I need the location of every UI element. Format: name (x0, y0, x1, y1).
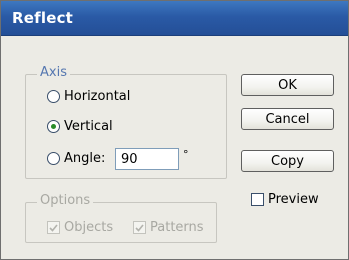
patterns-label: Patterns (150, 220, 204, 235)
radio-vertical[interactable]: Vertical (47, 119, 113, 134)
radio-button-horizontal[interactable] (47, 90, 60, 103)
options-legend: Options (37, 193, 94, 208)
objects-label: Objects (64, 220, 114, 235)
dialog-title: Reflect (12, 9, 74, 27)
patterns-checkbox[interactable] (133, 221, 146, 234)
angle-input[interactable] (115, 148, 179, 170)
radio-button-vertical[interactable] (47, 120, 60, 133)
title-bar[interactable]: Reflect (1, 1, 348, 36)
check-icon (135, 224, 144, 232)
objects-checkbox[interactable] (47, 221, 60, 234)
preview-checkbox[interactable] (251, 193, 264, 206)
preview-option[interactable]: Preview (251, 192, 319, 207)
radio-angle[interactable]: Angle: (47, 151, 105, 166)
preview-label: Preview (268, 192, 319, 207)
vertical-label: Vertical (64, 119, 113, 134)
radio-button-angle[interactable] (47, 152, 60, 165)
radio-horizontal[interactable]: Horizontal (47, 89, 130, 104)
objects-option[interactable]: Objects (47, 220, 113, 235)
reflect-dialog: Reflect Axis Horizontal Vertical Angle: … (0, 0, 349, 260)
axis-legend: Axis (37, 65, 70, 80)
horizontal-label: Horizontal (64, 89, 131, 104)
copy-button[interactable]: Copy (241, 150, 334, 172)
radio-selected-dot (51, 124, 56, 129)
patterns-option[interactable]: Patterns (133, 220, 204, 235)
ok-button[interactable]: OK (241, 74, 334, 96)
angle-label: Angle: (64, 151, 106, 166)
check-icon (49, 224, 58, 232)
degree-symbol: ° (183, 148, 189, 161)
cancel-button[interactable]: Cancel (241, 108, 334, 130)
